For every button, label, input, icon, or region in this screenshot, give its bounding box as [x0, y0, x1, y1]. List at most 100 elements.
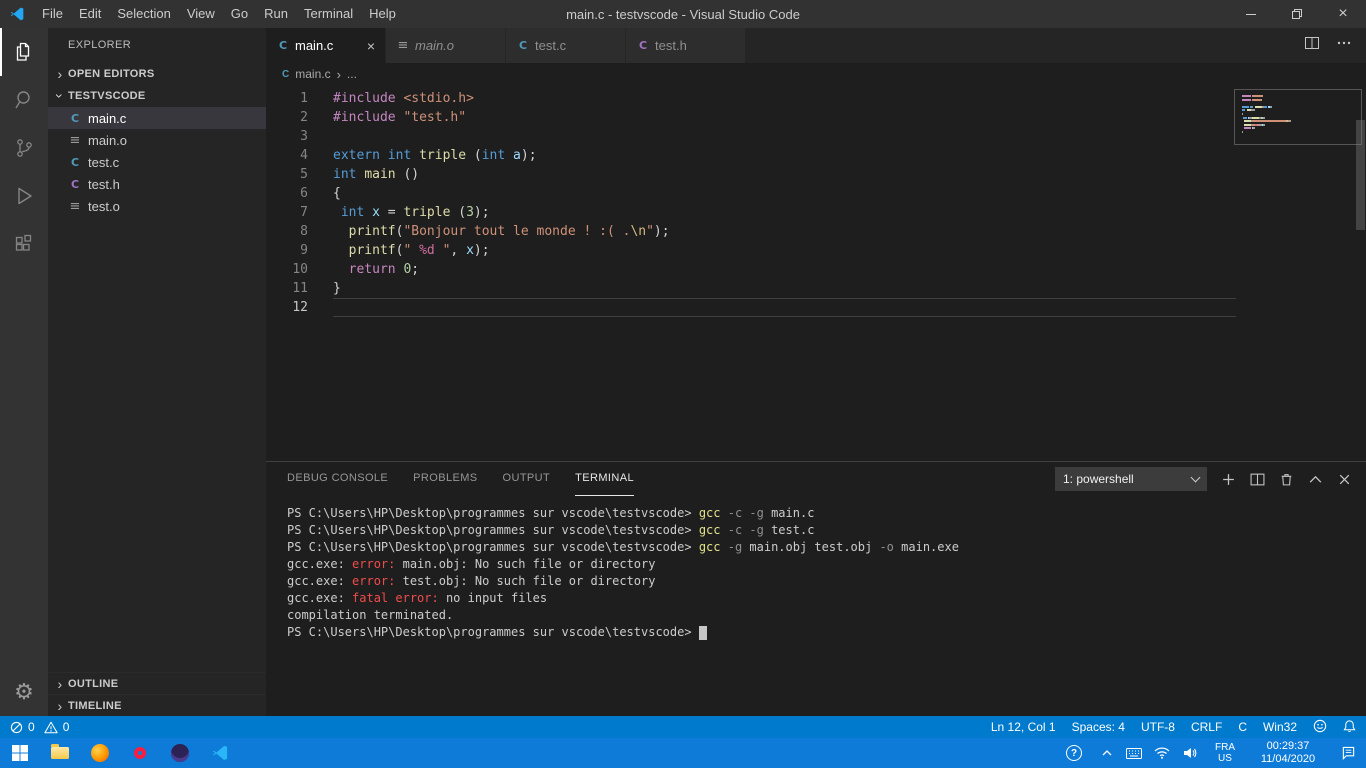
network-wifi-icon[interactable] — [1148, 738, 1176, 768]
code-editor[interactable]: 1#include <stdio.h>2#include "test.h"34e… — [266, 85, 1366, 461]
status-platform[interactable]: Win32 — [1263, 720, 1297, 734]
tab-main.c[interactable]: Cmain.c× — [266, 28, 386, 63]
split-editor-icon[interactable] — [1304, 36, 1320, 55]
file-item-main.c[interactable]: Cmain.c — [48, 107, 266, 129]
vscode-taskbar-icon[interactable] — [200, 738, 240, 768]
workspace-section[interactable]: › TESTVSCODE — [48, 85, 266, 107]
tab-test.c[interactable]: Ctest.c — [506, 28, 626, 63]
status-eol[interactable]: CRLF — [1191, 720, 1222, 734]
code-token: "test.h" — [403, 110, 466, 125]
run-debug-icon[interactable] — [0, 172, 48, 220]
minimap-seg — [1242, 131, 1243, 133]
window-title: main.c - testvscode - Visual Studio Code — [566, 7, 800, 22]
tab-test.h[interactable]: Ctest.h — [626, 28, 746, 63]
split-terminal-icon[interactable] — [1250, 472, 1265, 487]
file-item-test.c[interactable]: Ctest.c — [48, 151, 266, 173]
panel-tab-terminal[interactable]: TERMINAL — [575, 462, 634, 496]
menu-selection[interactable]: Selection — [109, 0, 178, 28]
code-token: printf — [349, 224, 396, 239]
minimap-seg — [1252, 99, 1261, 101]
menu-edit[interactable]: Edit — [71, 0, 109, 28]
terminal-line: compilation terminated. — [287, 607, 1366, 624]
terminal-output[interactable]: PS C:\Users\HP\Desktop\programmes sur vs… — [266, 496, 1366, 716]
search-icon[interactable] — [0, 76, 48, 124]
notifications-bell-icon[interactable] — [1343, 719, 1356, 736]
status-encoding[interactable]: UTF-8 — [1141, 720, 1175, 734]
menu-go[interactable]: Go — [223, 0, 256, 28]
open-editors-section[interactable]: › OPEN EDITORS — [48, 63, 266, 85]
panel-tab-problems[interactable]: PROBLEMS — [413, 462, 477, 496]
tab-close-icon[interactable]: × — [367, 38, 375, 54]
feedback-smiley-icon[interactable] — [1313, 719, 1327, 736]
code-area: 1#include <stdio.h>2#include "test.h"34e… — [266, 89, 1366, 317]
tray-expand-icon[interactable] — [1094, 738, 1120, 768]
close-button[interactable]: × — [1320, 0, 1366, 28]
terminal-token: -c -g — [728, 523, 771, 537]
eclipse-icon[interactable] — [160, 738, 200, 768]
outline-label: OUTLINE — [68, 678, 118, 690]
question-mark: ? — [1066, 745, 1082, 761]
volume-icon[interactable] — [1176, 738, 1204, 768]
kill-terminal-icon[interactable] — [1279, 472, 1294, 487]
terminal-token: -o — [879, 540, 901, 554]
menu-file[interactable]: File — [34, 0, 71, 28]
new-terminal-icon[interactable] — [1221, 472, 1236, 487]
tab-main.o[interactable]: ≡main.o — [386, 28, 506, 63]
code-token — [411, 148, 419, 163]
panel-tabs: DEBUG CONSOLE PROBLEMS OUTPUT TERMINAL — [287, 462, 659, 496]
line-number: 3 — [266, 127, 308, 146]
explorer-icon[interactable] — [0, 28, 48, 76]
status-language-mode[interactable]: C — [1238, 720, 1247, 734]
file-item-test.o[interactable]: ≡test.o — [48, 195, 266, 217]
breadcrumb[interactable]: C main.c › ... — [266, 63, 1366, 85]
status-indentation[interactable]: Spaces: 4 — [1072, 720, 1125, 734]
status-cursor-position[interactable]: Ln 12, Col 1 — [991, 720, 1056, 734]
editor-scrollbar[interactable] — [1356, 120, 1365, 230]
code-line-text: #include "test.h" — [333, 108, 1236, 127]
terminal-shell-select[interactable]: 1: powershell — [1055, 467, 1207, 491]
panel-tab-output[interactable]: OUTPUT — [503, 462, 551, 496]
terminal-line: gcc.exe: fatal error: no input files — [287, 590, 1366, 607]
file-explorer-icon[interactable] — [40, 738, 80, 768]
breadcrumb-file[interactable]: main.c — [295, 67, 330, 81]
problems-indicator[interactable]: 0 0 — [10, 720, 69, 734]
close-panel-icon[interactable] — [1337, 472, 1352, 487]
restore-button[interactable] — [1274, 0, 1320, 28]
code-token — [333, 205, 341, 220]
start-button[interactable] — [0, 738, 40, 768]
breadcrumb-more[interactable]: ... — [347, 67, 357, 81]
line-number: 4 — [266, 146, 308, 165]
help-icon[interactable]: ? — [1054, 738, 1094, 768]
line-number: 11 — [266, 279, 308, 298]
file-item-test.h[interactable]: Ctest.h — [48, 173, 266, 195]
more-actions-icon[interactable] — [1336, 35, 1352, 56]
activity-bar: ⚙ — [0, 28, 48, 716]
menu-terminal[interactable]: Terminal — [296, 0, 361, 28]
firefox-icon[interactable] — [80, 738, 120, 768]
minimap[interactable] — [1242, 95, 1354, 138]
maximize-panel-icon[interactable] — [1308, 472, 1323, 487]
action-center-icon[interactable] — [1330, 738, 1366, 768]
menu-help[interactable]: Help — [361, 0, 404, 28]
tab-label: main.c — [295, 38, 333, 53]
outline-section[interactable]: › OUTLINE — [48, 672, 266, 694]
extensions-icon[interactable] — [0, 220, 48, 268]
code-token: triple — [403, 205, 450, 220]
language-indicator[interactable]: FRA US — [1204, 738, 1246, 768]
code-token: ); — [474, 205, 490, 220]
menu-run[interactable]: Run — [256, 0, 296, 28]
code-token — [380, 148, 388, 163]
menu-view[interactable]: View — [179, 0, 223, 28]
code-token: 3 — [466, 205, 474, 220]
timeline-section[interactable]: › TIMELINE — [48, 694, 266, 716]
panel-tab-debug-console[interactable]: DEBUG CONSOLE — [287, 462, 388, 496]
opera-icon[interactable] — [120, 738, 160, 768]
touch-keyboard-icon[interactable] — [1120, 738, 1148, 768]
code-line: 5int main () — [266, 165, 1366, 184]
file-item-main.o[interactable]: ≡main.o — [48, 129, 266, 151]
minimize-button[interactable] — [1228, 0, 1274, 28]
settings-gear-icon[interactable]: ⚙ — [0, 668, 48, 716]
code-token: ( — [466, 148, 482, 163]
source-control-icon[interactable] — [0, 124, 48, 172]
clock[interactable]: 00:29:37 11/04/2020 — [1246, 738, 1330, 768]
